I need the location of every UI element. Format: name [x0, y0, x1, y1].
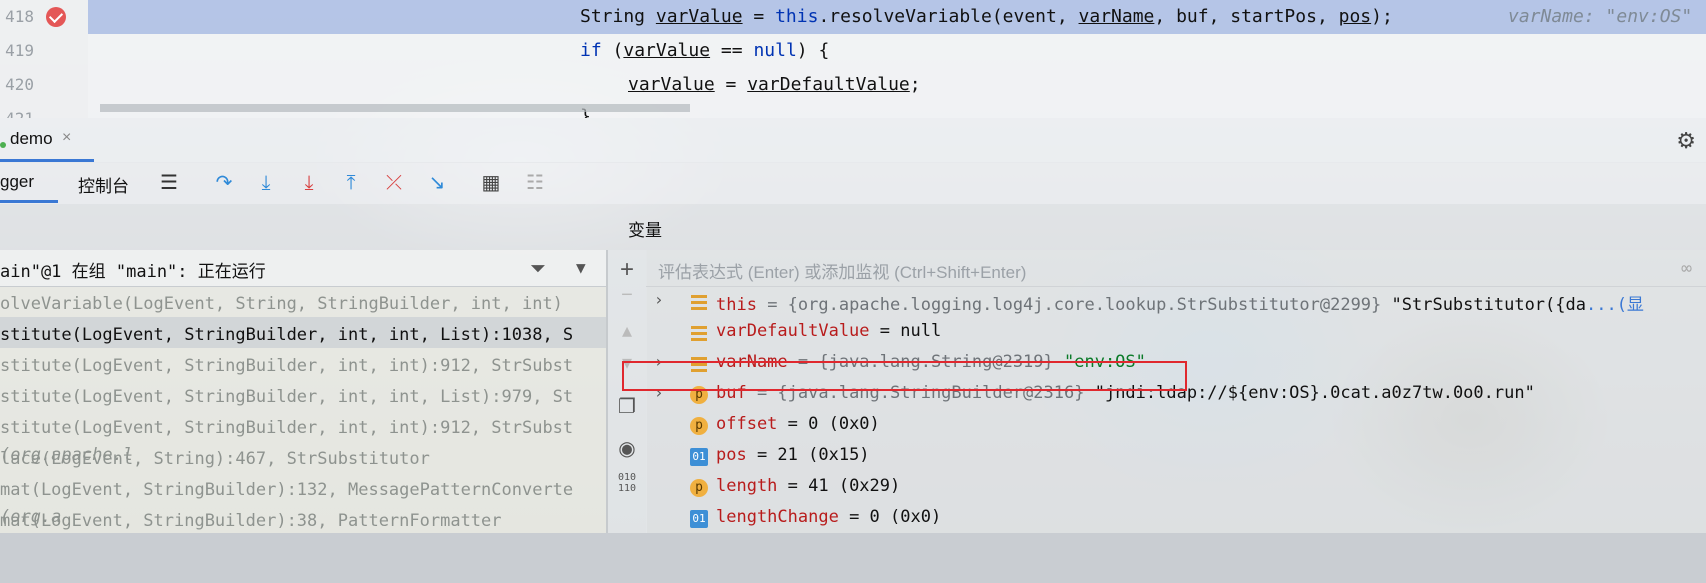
running-indicator-icon — [0, 142, 6, 148]
line-number: 419 — [5, 41, 34, 60]
debug-session-tabs: demo × ⚙ — [0, 118, 1706, 163]
tab-console[interactable]: 控制台 — [78, 172, 129, 197]
stack-frame-selected[interactable]: stitute(LogEvent, StringBuilder, int, in… — [0, 317, 608, 348]
stack-frame[interactable]: olveVariable(LogEvent, String, StringBui… — [0, 286, 608, 317]
glasses-icon[interactable]: ∞ — [1681, 258, 1692, 279]
thread-selector[interactable]: ain"@1 在组 "main": 正在运行 ⏷ ▼ — [0, 250, 608, 287]
evaluate-placeholder: 评估表达式 (Enter) 或添加监视 (Ctrl+Shift+Enter) — [658, 263, 1027, 282]
variable-row[interactable]: varDefaultValue = null — [646, 317, 1706, 348]
parameter-icon: p — [690, 417, 708, 435]
line-number: 421 — [0, 109, 34, 118]
parameter-icon: p — [690, 479, 708, 497]
variable-row[interactable]: p offset = 0 (0x0) — [646, 410, 1706, 441]
chevron-right-icon[interactable]: › — [654, 290, 664, 309]
code-text: varValue = varDefaultValue; — [628, 74, 921, 95]
inline-value-hint: varName: "env:OS" — [1508, 6, 1693, 27]
frames-panel: ain"@1 在组 "main": 正在运行 ⏷ ▼ olveVariable(… — [0, 250, 608, 533]
tab-label: demo — [10, 129, 53, 148]
line-number: 418 — [5, 7, 34, 26]
stack-frame[interactable]: mat(LogEvent, StringBuilder):38, Pattern… — [0, 503, 608, 534]
trace-icon: ☷ — [526, 172, 544, 194]
filter-icon[interactable]: ⏷ — [530, 256, 546, 280]
move-up-icon: ▴ — [621, 320, 633, 342]
variable-row[interactable]: 01 lengthChange = 0 (0x0) — [646, 503, 1706, 534]
thread-label: ain"@1 在组 "main": 正在运行 — [0, 262, 266, 282]
variable-row[interactable]: 01 pos = 21 (0x15) — [646, 441, 1706, 472]
chevron-down-icon[interactable]: ▼ — [576, 258, 586, 277]
variable-row[interactable]: p length = 41 (0x29) — [646, 472, 1706, 503]
code-editor[interactable]: 418 String varValue = this.resolveVariab… — [0, 0, 1706, 118]
evaluate-expression-icon[interactable]: ▦ — [478, 170, 504, 196]
field-icon — [690, 293, 708, 311]
breakpoint-icon[interactable] — [46, 7, 66, 27]
step-over-icon[interactable]: ↷ — [211, 170, 237, 196]
stack-frame[interactable]: stitute(LogEvent, StringBuilder, int, in… — [0, 379, 608, 410]
primitive-local-icon: 01 — [690, 510, 708, 528]
field-icon — [690, 324, 708, 342]
code-text: String varValue = this.resolveVariable(e… — [580, 6, 1393, 27]
step-out-icon[interactable]: ⤒ — [338, 170, 364, 196]
layout-menu-icon[interactable]: ☰ — [156, 170, 182, 196]
remove-watch-icon: − — [621, 284, 633, 306]
stack-frame[interactable]: stitute(LogEvent, StringBuilder, int, in… — [0, 348, 608, 379]
add-watch-icon[interactable]: + — [608, 256, 646, 284]
panel-header — [0, 204, 1706, 250]
stack-frame[interactable]: mat(LogEvent, StringBuilder):132, Messag… — [0, 472, 608, 503]
force-step-into-icon[interactable]: ⤓ — [296, 170, 322, 196]
stack-frame[interactable]: lace(LogEvent, String):467, StrSubstitut… — [0, 441, 608, 472]
tab-underline — [0, 200, 58, 203]
step-into-icon[interactable]: ⤓ — [253, 170, 279, 196]
run-to-cursor-icon[interactable]: ↘ — [424, 170, 450, 196]
annotation-highlight-box — [622, 361, 1187, 391]
variables-side-toolbar: + − ▴ ▾ ❐ ◉ 010 110 — [608, 250, 647, 533]
copy-icon[interactable]: ❐ — [608, 394, 646, 419]
primitive-local-icon: 01 — [690, 448, 708, 466]
variables-panel: 评估表达式 (Enter) 或添加监视 (Ctrl+Shift+Enter) ∞… — [646, 250, 1706, 533]
variable-row[interactable]: › this = {org.apache.logging.log4j.core.… — [646, 286, 1706, 317]
eye-icon[interactable]: ◉ — [608, 436, 646, 461]
tab-demo[interactable]: demo × — [0, 118, 94, 162]
tab-debugger[interactable]: gger — [0, 172, 34, 192]
line-number: 420 — [5, 75, 34, 94]
stack-frame[interactable]: stitute(LogEvent, StringBuilder, int, in… — [0, 410, 608, 441]
drop-frame-icon[interactable]: ⤫ — [381, 170, 407, 196]
code-text: if (varValue == null) { — [580, 40, 830, 61]
evaluate-input[interactable]: 评估表达式 (Enter) 或添加监视 (Ctrl+Shift+Enter) ∞ — [646, 250, 1706, 287]
horizontal-scrollbar[interactable] — [100, 104, 690, 112]
close-icon[interactable]: × — [62, 129, 71, 147]
debugger-toolbar: gger 控制台 ☰ ↷ ⤓ ⤓ ⤒ ⤫ ↘ ▦ ☷ — [0, 162, 1706, 204]
variables-title: 变量 — [628, 221, 662, 240]
binary-view-icon[interactable]: 010 110 — [608, 472, 646, 494]
gear-icon[interactable]: ⚙ — [1676, 128, 1696, 154]
